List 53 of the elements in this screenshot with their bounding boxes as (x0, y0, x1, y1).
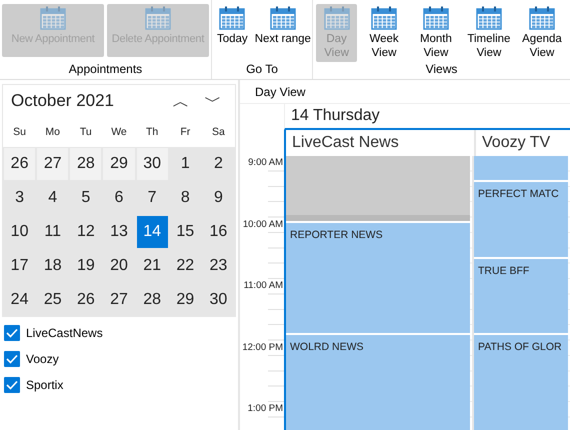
calendar-icon (371, 6, 398, 30)
date-cell[interactable]: 14 (136, 216, 168, 248)
previous-month-button[interactable]: ︿ (165, 90, 197, 112)
weekday-label: We (110, 126, 128, 138)
view-label: Day View (240, 80, 570, 104)
ribbon-button[interactable]: Month View (410, 4, 461, 62)
calendar-icon (270, 6, 296, 30)
ribbon-button[interactable]: Today (215, 4, 250, 57)
weekday-label: Mo (44, 126, 61, 138)
calendar-icon (476, 6, 502, 30)
calendar-icon (324, 6, 350, 30)
calendar-icon (145, 6, 171, 30)
date-cell[interactable]: 27 (37, 148, 68, 180)
checkbox-label: Sportix (26, 378, 64, 392)
date-cell[interactable]: 28 (70, 148, 102, 180)
month-title: October 2021 (11, 91, 116, 111)
calendar-icon (422, 6, 449, 30)
appointment-block[interactable]: PERFECT MATC (474, 182, 568, 256)
date-header: 14 Thursday (284, 104, 570, 130)
time-label: 1:00 PM (246, 402, 284, 416)
time-label: 11:00 AM (242, 279, 284, 293)
ribbon-button[interactable]: Agenda View (516, 4, 567, 62)
weekday-label: Tu (78, 126, 93, 138)
weekday-label: Fr (179, 126, 192, 138)
appointment-block[interactable]: TRUE BFF (474, 258, 568, 334)
group-label: Views (424, 60, 458, 78)
resource-header: Voozy TV (481, 133, 552, 153)
calendar-icon (40, 6, 66, 30)
ribbon-button[interactable]: Week View (360, 4, 408, 62)
checkbox[interactable] (4, 351, 20, 367)
date-cell[interactable]: 26 (4, 148, 36, 180)
ribbon-button[interactable]: Timeline View (464, 4, 514, 62)
date-cell[interactable]: 30 (136, 148, 168, 180)
date-cell[interactable]: 29 (103, 148, 135, 180)
checkbox[interactable] (4, 377, 20, 393)
ribbon-button[interactable]: Next range (252, 4, 312, 57)
appointment-block[interactable]: PATHS OF GLOR (474, 335, 568, 430)
time-label: 10:00 AM (242, 218, 284, 232)
group-label: Go To (245, 60, 279, 78)
weekday-label: Sa (210, 126, 226, 138)
appointment-block[interactable]: REPORTER NEWS (286, 222, 470, 334)
appointment-block[interactable]: WOLRD NEWS (286, 335, 470, 430)
weekday-label: Su (12, 126, 27, 138)
checkbox[interactable] (4, 325, 20, 341)
calendar-icon (219, 6, 246, 30)
weekday-label: Th (145, 126, 160, 138)
time-label: 12:00 PM (241, 340, 284, 354)
checkbox-label: LiveCastNews (26, 326, 103, 340)
group-label: Appointments (68, 60, 144, 78)
next-month-button[interactable]: ﹀ (197, 90, 229, 112)
checkbox-label: Voozy (26, 352, 59, 366)
calendar-icon (528, 6, 555, 30)
time-label: 9:00 AM (247, 156, 284, 170)
